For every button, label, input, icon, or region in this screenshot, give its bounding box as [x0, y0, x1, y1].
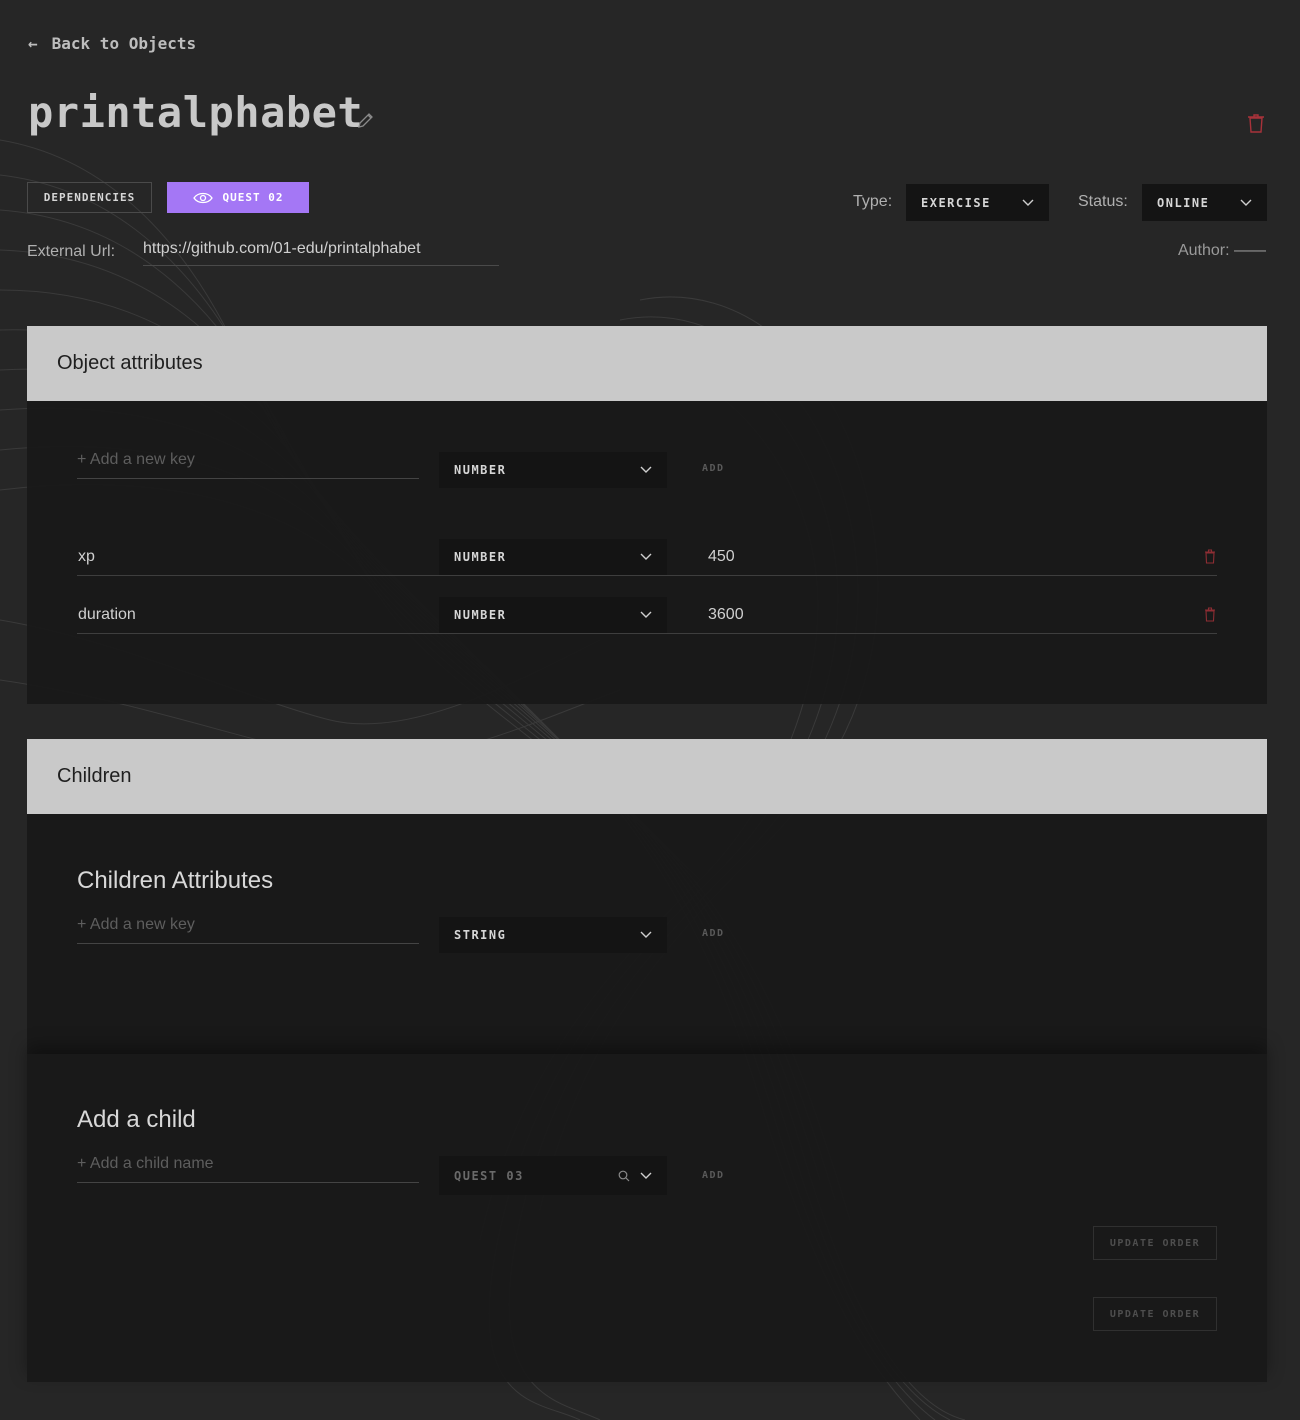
- chevron-down-icon: [1022, 199, 1034, 206]
- type-select[interactable]: EXERCISE: [906, 184, 1049, 221]
- author-info: Author: ——: [1178, 242, 1266, 260]
- object-attributes-title: Object attributes: [57, 352, 203, 374]
- chevron-down-icon: [640, 1172, 652, 1179]
- arrow-left-icon: ←: [28, 34, 38, 53]
- row-divider: [77, 633, 1217, 634]
- attribute-key-xp[interactable]: xp: [78, 548, 95, 566]
- attribute-key-duration[interactable]: duration: [78, 606, 136, 624]
- attribute-type-value: NUMBER: [454, 608, 507, 622]
- attribute-value-xp[interactable]: 450: [708, 548, 735, 566]
- external-url-input[interactable]: https://github.com/01-edu/printalphabet: [143, 240, 499, 266]
- row-divider: [77, 575, 1217, 576]
- children-header: Children: [27, 739, 1267, 814]
- new-child-attribute-type-select[interactable]: STRING: [439, 917, 667, 953]
- add-attribute-button[interactable]: ADD: [702, 463, 725, 474]
- children-title: Children: [57, 765, 132, 787]
- chevron-down-icon: [640, 931, 652, 938]
- dependencies-button[interactable]: DEPENDENCIES: [27, 182, 152, 213]
- new-child-attribute-key-input[interactable]: + Add a new key: [77, 916, 419, 944]
- add-child-panel: [27, 1054, 1267, 1382]
- status-select[interactable]: ONLINE: [1142, 184, 1267, 221]
- trash-icon[interactable]: [1204, 549, 1216, 564]
- author-value: ——: [1234, 242, 1266, 259]
- back-to-objects-link[interactable]: ← Back to Objects: [28, 34, 196, 53]
- child-object-select[interactable]: QUEST 03: [439, 1156, 667, 1195]
- object-attributes-header: Object attributes: [27, 326, 1267, 401]
- eye-icon: [192, 192, 213, 203]
- chevron-down-icon: [640, 466, 652, 473]
- type-value: EXERCISE: [921, 195, 991, 210]
- update-order-button[interactable]: UPDATE ORDER: [1093, 1226, 1217, 1260]
- new-child-attribute-type-value: STRING: [454, 928, 507, 942]
- add-child-attribute-button[interactable]: ADD: [702, 928, 725, 939]
- add-child-title: Add a child: [77, 1106, 196, 1133]
- children-attributes-title: Children Attributes: [77, 867, 274, 894]
- status-label: Status:: [1078, 193, 1128, 210]
- external-url-label: External Url:: [27, 243, 116, 260]
- add-child-button[interactable]: ADD: [702, 1170, 725, 1181]
- search-icon: [618, 1170, 630, 1181]
- quest-label: QUEST 02: [222, 191, 284, 204]
- update-order-button-secondary[interactable]: UPDATE ORDER: [1093, 1297, 1217, 1331]
- quest-button[interactable]: QUEST 02: [167, 182, 309, 213]
- new-attribute-key-input[interactable]: + Add a new key: [77, 451, 419, 479]
- attribute-type-select-duration[interactable]: NUMBER: [439, 597, 667, 633]
- attribute-value-duration[interactable]: 3600: [708, 606, 744, 624]
- attribute-type-select-xp[interactable]: NUMBER: [439, 539, 667, 575]
- page-title: printalphabet: [28, 88, 364, 137]
- author-label: Author:: [1177, 242, 1230, 259]
- chevron-down-icon: [640, 611, 652, 618]
- chevron-down-icon: [1240, 199, 1252, 206]
- child-object-value: QUEST 03: [454, 1168, 524, 1183]
- trash-icon[interactable]: [1204, 607, 1216, 622]
- new-attribute-type-value: NUMBER: [454, 463, 507, 477]
- delete-object-trash-icon[interactable]: [1246, 112, 1266, 134]
- status-value: ONLINE: [1157, 195, 1210, 210]
- chevron-down-icon: [640, 553, 652, 560]
- attribute-type-value: NUMBER: [454, 550, 507, 564]
- pencil-icon[interactable]: [356, 110, 376, 130]
- child-name-input[interactable]: + Add a child name: [77, 1155, 419, 1183]
- select-icons: [618, 1170, 652, 1182]
- back-label: Back to Objects: [51, 34, 197, 53]
- new-attribute-type-select[interactable]: NUMBER: [439, 452, 667, 488]
- type-label: Type:: [853, 193, 893, 210]
